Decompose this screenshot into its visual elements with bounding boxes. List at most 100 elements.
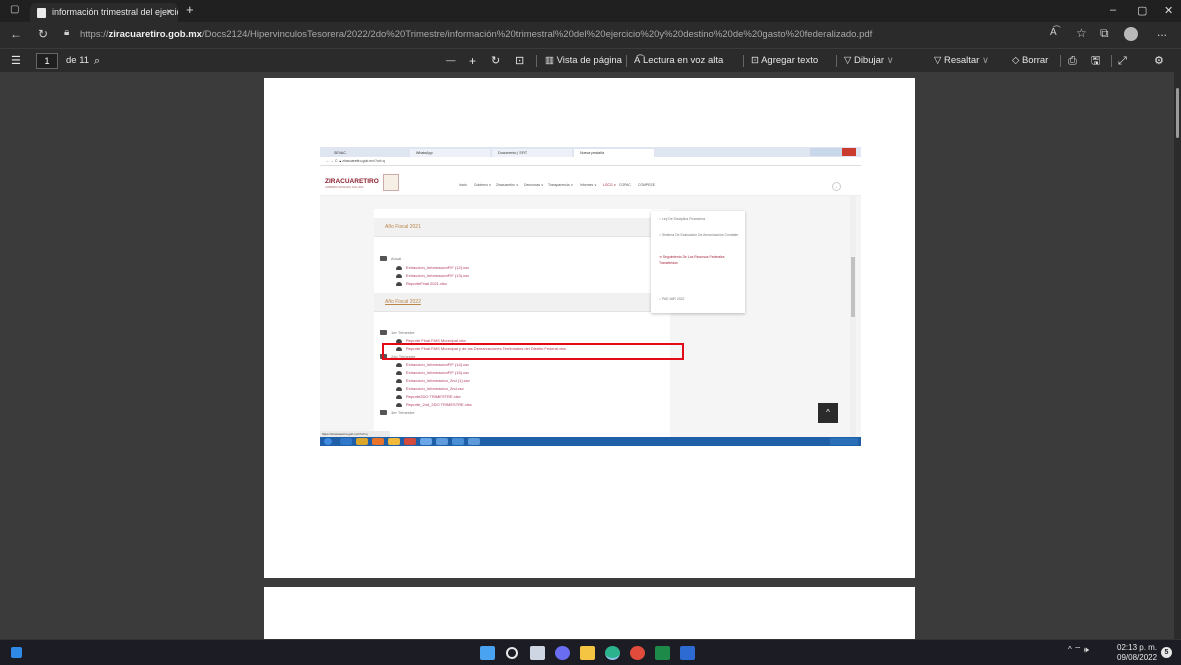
logo-subtitle: GOBIERNO MUNICIPAL 2021-2024: [325, 186, 364, 189]
app-icon: [468, 438, 480, 445]
pdf-favicon-icon: [37, 8, 46, 18]
erase-button[interactable]: ◇ Borrar: [1012, 49, 1048, 73]
cloud-download-icon: [396, 394, 402, 399]
tab-close-button[interactable]: ×: [166, 3, 172, 22]
cloud-download-icon: [396, 265, 402, 270]
save-icon[interactable]: 🖫: [1091, 49, 1100, 73]
maximize-button[interactable]: ▢: [1137, 4, 1147, 17]
chrome-icon[interactable]: [630, 646, 645, 660]
app-icon: [452, 438, 464, 445]
file-item: Extraccion_InformacionFIF (14).csv: [396, 362, 469, 367]
read-aloud-icon[interactable]: A͡: [1050, 27, 1057, 38]
draw-icon: ▽: [844, 55, 854, 66]
system-tray-icons[interactable]: ^ ⌔ 🕪: [1068, 645, 1089, 655]
lock-icon[interactable]: 🔒︎: [64, 27, 69, 38]
file-item: Reporte2DO TRIMESTRE.xlsx: [396, 394, 461, 399]
read-aloud-icon: A͡: [634, 55, 643, 66]
url-path: /Docs2124/HipervinculosTesorera/2022/2do…: [201, 29, 873, 40]
explorer-icon: [356, 438, 368, 445]
back-arrow-icon[interactable]: ←: [10, 27, 22, 41]
pdf-page: [264, 587, 915, 639]
viewer-scrollbar[interactable]: [1174, 72, 1181, 639]
pdf-viewer[interactable]: SEVAC WhatsApp Documento | SFIT Nueva pe…: [0, 72, 1174, 639]
minimize-button[interactable]: –: [1110, 4, 1116, 16]
file-item: Extraccion_Informacion_2nd.csv: [396, 386, 464, 391]
excel-icon[interactable]: [655, 646, 670, 660]
dropdown-item-label: Ley De Disciplina Financiera: [662, 217, 705, 221]
tab-title: información trimestral del ejercici: [52, 7, 178, 17]
scrollbar-thumb[interactable]: [1176, 88, 1179, 138]
dropdown-item: ○ PAE-MIR 2022: [659, 297, 685, 301]
browser-tab[interactable]: información trimestral del ejercici ×: [30, 3, 178, 22]
cloud-download-icon: [396, 273, 402, 278]
search-icon[interactable]: ⌕: [94, 49, 100, 73]
zoom-in-button[interactable]: +: [469, 49, 476, 73]
zoom-out-button[interactable]: —: [446, 49, 456, 73]
fullscreen-icon[interactable]: ⤢: [1118, 49, 1127, 73]
nav-denuncias: Denuncias ∨: [524, 183, 544, 187]
chrome-icon: [404, 438, 416, 445]
tab-actions-icon[interactable]: ▢: [10, 4, 19, 15]
toolbar-divider: [626, 55, 627, 67]
windows-taskbar: ^ ⌔ 🕪 02:13 p. m. 09/08/2022 5: [0, 639, 1181, 665]
chevron-down-icon: ∨: [979, 55, 989, 66]
add-text-button[interactable]: ⊡ Agregar texto: [751, 49, 818, 73]
file-label: Extraccion_Informacion_2nd.csv: [406, 386, 464, 391]
cloud-download-icon: [396, 402, 402, 407]
edge-icon[interactable]: [605, 646, 620, 660]
teams-chat-icon[interactable]: [555, 646, 570, 660]
windows-start-icon[interactable]: [480, 646, 495, 660]
file-item: ReporteFinal 2021.xlsx: [396, 281, 447, 286]
page-view-button[interactable]: ▥ Vista de página: [545, 49, 622, 73]
cloud-download-icon: [396, 386, 402, 391]
collections-icon[interactable]: ⧉: [1100, 26, 1109, 41]
year-2022-header: Año Fiscal 2022: [374, 293, 670, 312]
cloud-download-icon: [396, 370, 402, 375]
fit-page-icon[interactable]: ⊡: [515, 49, 524, 73]
refresh-icon[interactable]: ↻: [38, 27, 48, 41]
settings-gear-icon[interactable]: ⚙: [1154, 49, 1164, 73]
file-item: Reporte_2nd_2DO TRIMESTRE.xlsx: [396, 402, 472, 407]
highlight-button[interactable]: ▽ Resaltar ∨: [934, 49, 989, 73]
app-icon: [420, 438, 432, 445]
url-field[interactable]: https://ziracuaretiro.gob.mx/Docs2124/Hi…: [80, 25, 1010, 45]
folder-3er-trimestre: 3er Trimestre: [380, 410, 415, 416]
search-icon[interactable]: [506, 647, 518, 659]
year-2021-header: Año Fiscal 2021: [374, 218, 670, 237]
highlight-box: [382, 343, 684, 360]
widgets-icon[interactable]: [11, 647, 22, 658]
notification-badge[interactable]: 5: [1161, 647, 1172, 658]
logo-text: ZIRACUARETIRO: [325, 178, 379, 185]
more-menu-button[interactable]: ...: [1157, 25, 1167, 39]
close-window-button[interactable]: ✕: [1164, 4, 1173, 17]
file-explorer-icon[interactable]: [580, 646, 595, 660]
word-icon[interactable]: [680, 646, 695, 660]
favorite-star-icon[interactable]: ☆: [1076, 26, 1087, 40]
documents-card: Año Fiscal 2021 Anual Extraccion_Informa…: [374, 209, 670, 437]
add-text-icon: ⊡: [751, 55, 762, 66]
embedded-nav-icons: ← → C 🔒︎: [326, 159, 343, 163]
embedded-tab: Nueva pestaña: [574, 149, 654, 157]
rotate-icon[interactable]: ↻: [491, 49, 500, 73]
cloud-download-icon: [396, 378, 402, 383]
read-aloud-label: Lectura en voz alta: [642, 55, 724, 66]
folder-1er-trimestre: 1er Trimestre: [380, 330, 415, 336]
task-view-icon[interactable]: [530, 646, 545, 660]
new-tab-button[interactable]: +: [186, 2, 194, 17]
embedded-address-bar: ← → C 🔒︎ ziracuaretiro.gob.mx/?url=q: [320, 157, 861, 166]
url-host: ziracuaretiro.gob.mx: [108, 29, 202, 40]
taskbar-clock[interactable]: 02:13 p. m. 09/08/2022: [1117, 643, 1157, 663]
site-logo: ZIRACUARETIRO GOBIERNO MUNICIPAL 2021-20…: [325, 178, 379, 190]
embedded-search-icon: ⌕: [832, 182, 841, 191]
contents-list-icon[interactable]: ☰: [11, 49, 21, 73]
draw-button[interactable]: ▽ Dibujar ∨: [844, 49, 894, 73]
profile-avatar[interactable]: [1124, 27, 1138, 41]
page-number-input[interactable]: 1: [36, 53, 58, 69]
lgcg-dropdown-menu: ○ Ley De Disciplina Financiera ○ Sistema…: [651, 211, 745, 313]
read-aloud-button[interactable]: A͡ Lectura en voz alta: [634, 49, 723, 73]
app-icon: [436, 438, 448, 445]
print-icon[interactable]: ⎙: [1068, 49, 1077, 73]
file-item: Extraccion_InformacionFIF (13).csv: [396, 273, 469, 278]
file-label: Extraccion_InformacionFIF (15).csv: [406, 370, 470, 375]
folder-label: 3er Trimestre: [391, 410, 415, 415]
